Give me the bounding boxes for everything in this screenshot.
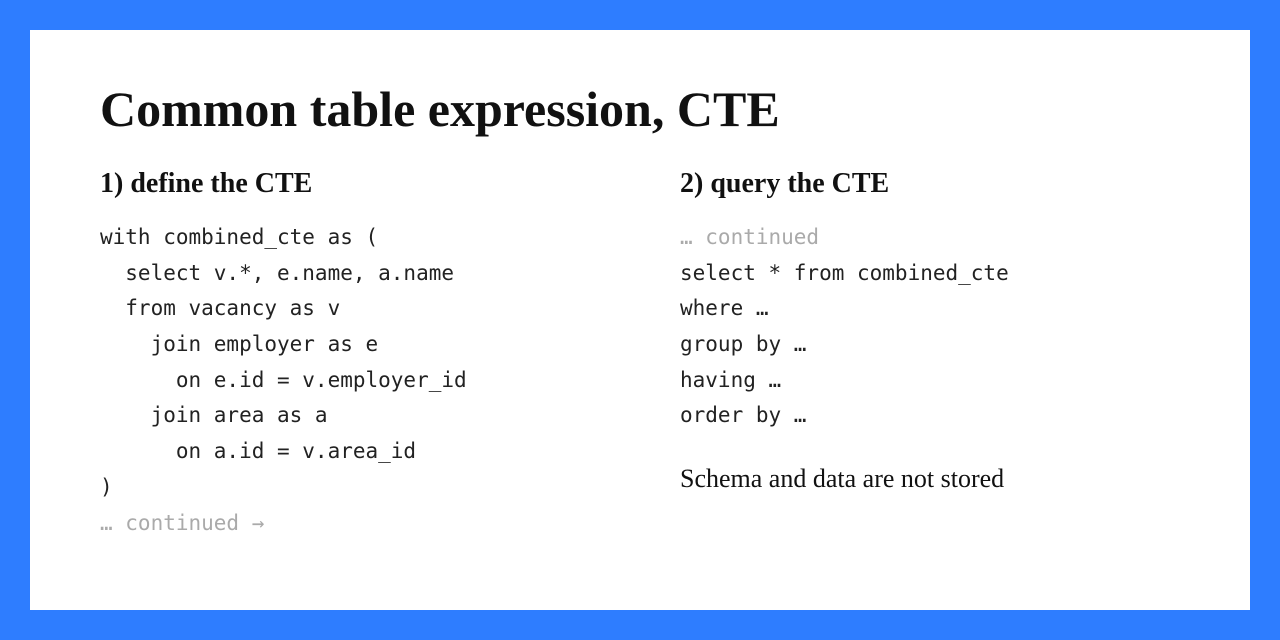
columns: 1) define the CTE with combined_cte as (… — [100, 168, 1180, 541]
code-line: join area as a — [100, 403, 328, 427]
footnote: Schema and data are not stored — [680, 464, 1180, 494]
right-heading: 2) query the CTE — [680, 168, 1180, 200]
slide-title: Common table expression, CTE — [100, 80, 1180, 138]
code-line: ) — [100, 475, 113, 499]
code-line: select v.*, e.name, a.name — [100, 261, 454, 285]
right-column: 2) query the CTE … continued select * fr… — [680, 168, 1180, 541]
code-line: on e.id = v.employer_id — [100, 368, 467, 392]
code-line: where … — [680, 296, 769, 320]
code-line: order by … — [680, 403, 806, 427]
code-line: having … — [680, 368, 781, 392]
left-code-block: with combined_cte as ( select v.*, e.nam… — [100, 220, 600, 541]
slide-card: Common table expression, CTE 1) define t… — [30, 30, 1250, 610]
left-heading: 1) define the CTE — [100, 168, 600, 200]
right-code-block: … continued select * from combined_cte w… — [680, 220, 1180, 434]
code-line: group by … — [680, 332, 806, 356]
code-line: from vacancy as v — [100, 296, 340, 320]
code-line: join employer as e — [100, 332, 378, 356]
continued-indicator: … continued → — [100, 511, 264, 535]
code-line: on a.id = v.area_id — [100, 439, 416, 463]
code-line: select * from combined_cte — [680, 261, 1009, 285]
continued-indicator: … continued — [680, 225, 819, 249]
code-line: with combined_cte as ( — [100, 225, 378, 249]
left-column: 1) define the CTE with combined_cte as (… — [100, 168, 600, 541]
